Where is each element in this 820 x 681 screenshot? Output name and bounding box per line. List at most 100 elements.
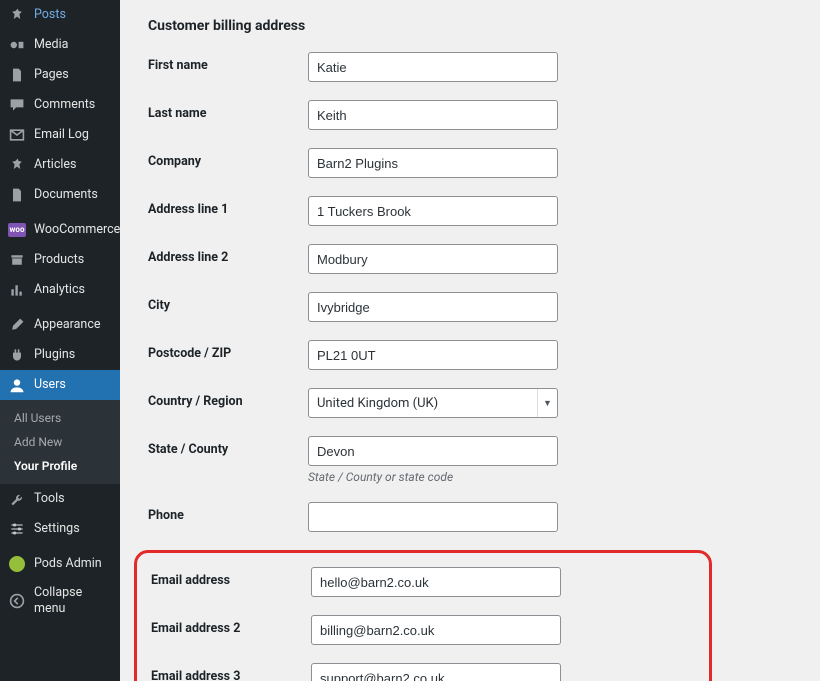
sidebar-item-label: Pods Admin xyxy=(34,556,102,572)
sidebar-item-label: Articles xyxy=(34,157,77,173)
sidebar-item-label: Media xyxy=(34,37,68,53)
sidebar-item-users[interactable]: Users xyxy=(0,370,120,400)
row-first-name: First name xyxy=(148,52,792,82)
row-email3: Email address 3 xyxy=(151,663,695,681)
label-company: Company xyxy=(148,148,308,169)
input-postcode[interactable] xyxy=(308,340,558,370)
sidebar-item-email-log[interactable]: Email Log xyxy=(0,120,120,150)
label-address2: Address line 2 xyxy=(148,244,308,265)
sidebar-item-label: Comments xyxy=(34,97,95,113)
sidebar-item-products[interactable]: Products xyxy=(0,245,120,275)
input-email[interactable] xyxy=(311,567,561,597)
sidebar-item-label: Email Log xyxy=(34,127,89,143)
label-city: City xyxy=(148,292,308,313)
hint-state: State / County or state code xyxy=(308,470,558,484)
sidebar-item-label: Users xyxy=(34,377,66,393)
sidebar-item-collapse[interactable]: Collapse menu xyxy=(0,579,120,623)
row-address2: Address line 2 xyxy=(148,244,792,274)
brush-icon xyxy=(8,316,26,334)
row-last-name: Last name xyxy=(148,100,792,130)
label-last-name: Last name xyxy=(148,100,308,121)
chart-icon xyxy=(8,281,26,299)
highlight-email-fields: Email address Email address 2 Email addr… xyxy=(134,550,712,681)
pin-icon xyxy=(8,156,26,174)
section-title: Customer billing address xyxy=(148,18,792,34)
sidebar-item-articles[interactable]: Articles xyxy=(0,150,120,180)
profile-content: Customer billing address First name Last… xyxy=(120,0,820,681)
label-email: Email address xyxy=(151,567,311,588)
submenu-item-all-users[interactable]: All Users xyxy=(0,406,120,430)
wrench-icon xyxy=(8,490,26,508)
pods-icon xyxy=(8,555,26,573)
input-city[interactable] xyxy=(308,292,558,322)
sidebar-item-media[interactable]: Media xyxy=(0,30,120,60)
sidebar-item-label: Tools xyxy=(34,491,65,507)
row-email: Email address xyxy=(151,567,695,597)
row-postcode: Postcode / ZIP xyxy=(148,340,792,370)
sidebar-item-tools[interactable]: Tools xyxy=(0,484,120,514)
page-icon xyxy=(8,186,26,204)
sidebar-item-analytics[interactable]: Analytics xyxy=(0,275,120,305)
label-country: Country / Region xyxy=(148,388,308,409)
sidebar-submenu-users: All Users Add New Your Profile xyxy=(0,400,120,484)
label-address1: Address line 1 xyxy=(148,196,308,217)
input-phone[interactable] xyxy=(308,502,558,532)
input-state[interactable] xyxy=(308,436,558,466)
mail-icon xyxy=(8,126,26,144)
sidebar-item-pages[interactable]: Pages xyxy=(0,60,120,90)
submenu-item-your-profile[interactable]: Your Profile xyxy=(0,454,120,478)
sidebar-item-label: Products xyxy=(34,252,84,268)
row-state: State / County State / County or state c… xyxy=(148,436,792,484)
input-last-name[interactable] xyxy=(308,100,558,130)
row-phone: Phone xyxy=(148,502,792,532)
sidebar-item-plugins[interactable]: Plugins xyxy=(0,340,120,370)
sidebar-item-label: WooCommerce xyxy=(34,222,120,238)
woo-icon: woo xyxy=(8,221,26,239)
archive-icon xyxy=(8,251,26,269)
admin-sidebar: Posts Media Pages Comments Email Log Art… xyxy=(0,0,120,681)
sidebar-item-settings[interactable]: Settings xyxy=(0,514,120,544)
select-country[interactable]: United Kingdom (UK) ▼ xyxy=(308,388,558,418)
sliders-icon xyxy=(8,520,26,538)
media-icon xyxy=(8,36,26,54)
sidebar-item-label: Analytics xyxy=(34,282,85,298)
row-email2: Email address 2 xyxy=(151,615,695,645)
row-country: Country / Region United Kingdom (UK) ▼ xyxy=(148,388,792,418)
row-company: Company xyxy=(148,148,792,178)
user-icon xyxy=(8,376,26,394)
input-address2[interactable] xyxy=(308,244,558,274)
sidebar-item-label: Collapse menu xyxy=(34,585,112,617)
submenu-item-add-new[interactable]: Add New xyxy=(0,430,120,454)
sidebar-item-appearance[interactable]: Appearance xyxy=(0,310,120,340)
chevron-down-icon: ▼ xyxy=(537,389,557,417)
select-value: United Kingdom (UK) xyxy=(317,396,438,411)
label-first-name: First name xyxy=(148,52,308,73)
sidebar-item-label: Documents xyxy=(34,187,98,203)
label-email3: Email address 3 xyxy=(151,663,311,681)
sidebar-item-label: Pages xyxy=(34,67,69,83)
input-email3[interactable] xyxy=(311,663,561,681)
pin-icon xyxy=(8,6,26,24)
collapse-icon xyxy=(8,592,26,610)
comment-icon xyxy=(8,96,26,114)
sidebar-item-documents[interactable]: Documents xyxy=(0,180,120,210)
input-company[interactable] xyxy=(308,148,558,178)
row-city: City xyxy=(148,292,792,322)
row-address1: Address line 1 xyxy=(148,196,792,226)
label-state: State / County xyxy=(148,436,308,457)
sidebar-item-label: Appearance xyxy=(34,317,101,333)
sidebar-item-label: Plugins xyxy=(34,347,75,363)
sidebar-item-posts[interactable]: Posts xyxy=(0,0,120,30)
label-phone: Phone xyxy=(148,502,308,523)
sidebar-item-pods-admin[interactable]: Pods Admin xyxy=(0,549,120,579)
label-postcode: Postcode / ZIP xyxy=(148,340,308,361)
sidebar-item-label: Posts xyxy=(34,7,66,23)
input-address1[interactable] xyxy=(308,196,558,226)
sidebar-item-comments[interactable]: Comments xyxy=(0,90,120,120)
label-email2: Email address 2 xyxy=(151,615,311,636)
sidebar-item-label: Settings xyxy=(34,521,80,537)
input-first-name[interactable] xyxy=(308,52,558,82)
input-email2[interactable] xyxy=(311,615,561,645)
plug-icon xyxy=(8,346,26,364)
sidebar-item-woocommerce[interactable]: woo WooCommerce xyxy=(0,215,120,245)
